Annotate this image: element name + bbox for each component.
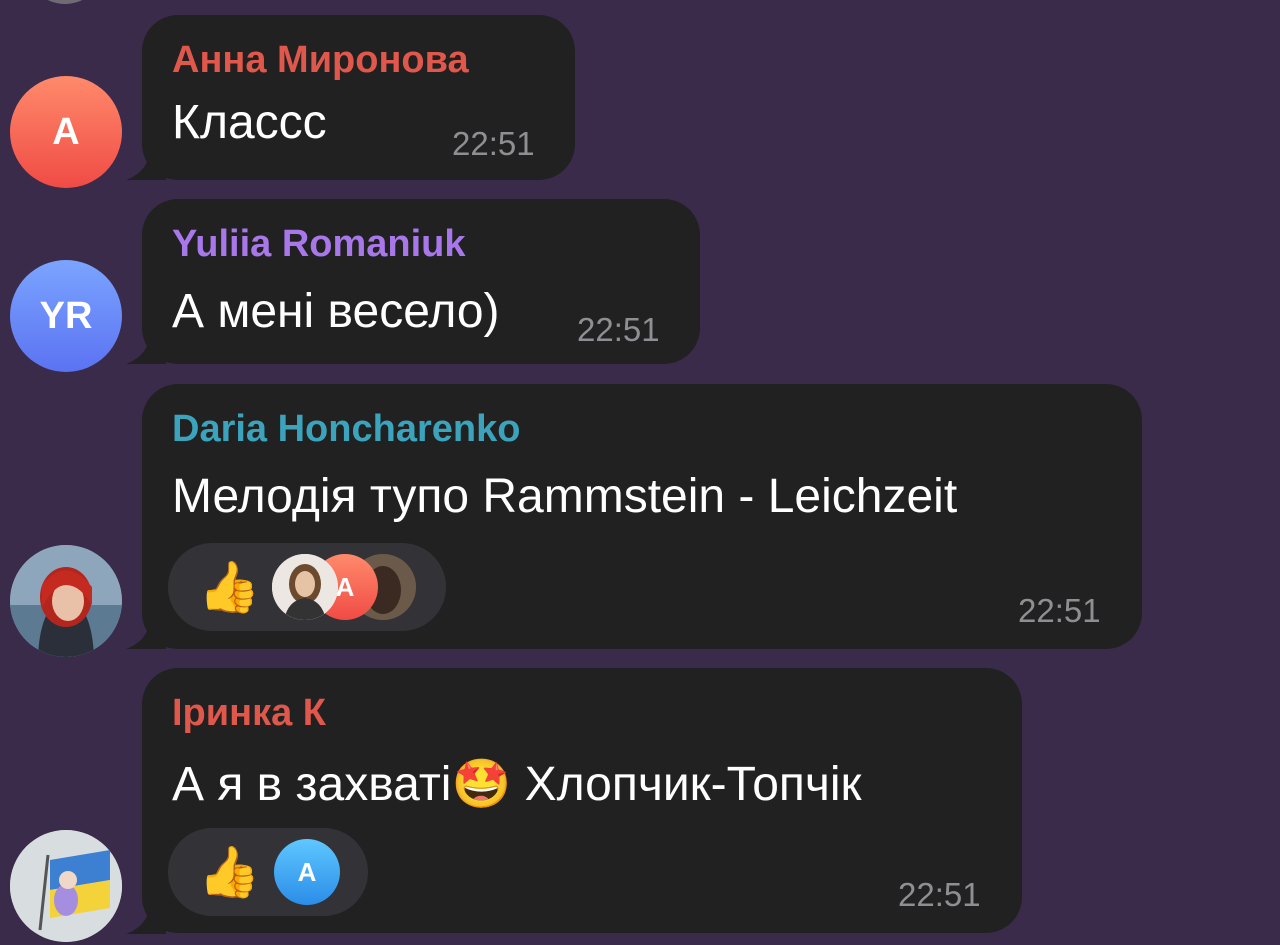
sender-name[interactable]: Yuliia Romaniuk — [172, 223, 466, 266]
reaction-pill[interactable]: 👍 А — [168, 543, 446, 631]
sender-name[interactable]: Іринка К — [172, 692, 326, 735]
reaction-pill[interactable]: 👍 А — [168, 828, 368, 916]
message-text: А я в захваті🤩 Хлопчик-Топчік — [172, 758, 862, 811]
sender-avatar[interactable]: YR — [10, 260, 122, 372]
message-time: 22:51 — [1018, 592, 1101, 629]
avatar-initials: YR — [39, 294, 93, 337]
message-bubble[interactable]: Іринка К А я в захваті🤩 Хлопчик-Топчік 👍… — [142, 668, 1022, 933]
sender-avatar[interactable] — [10, 545, 122, 657]
message-time: 22:51 — [898, 876, 981, 913]
message-time: 22:51 — [452, 125, 535, 162]
message-bubble[interactable]: Yuliia Romaniuk А мені весело) 22:51 — [142, 199, 700, 364]
avatar-photo — [10, 830, 122, 942]
sender-avatar[interactable]: А — [10, 76, 122, 188]
avatar-photo — [10, 545, 122, 657]
message-text: А мені весело) — [172, 285, 500, 338]
message-text: Классс — [172, 96, 327, 149]
message-text: Мелодія тупо Rammstein - Leichzeit — [172, 470, 958, 523]
thumbs-up-icon: 👍 — [198, 559, 261, 615]
reactor-avatar-initials: А — [274, 839, 340, 905]
avatar-initials: А — [52, 110, 80, 153]
thumbs-up-icon: 👍 — [198, 844, 261, 900]
message-time: 22:51 — [577, 311, 660, 348]
partial-avatar-top[interactable] — [30, 0, 100, 4]
message-bubble[interactable]: Анна Миронова Классс 22:51 — [142, 15, 575, 180]
reactor-avatar-photo — [272, 554, 338, 620]
sender-avatar[interactable] — [10, 830, 122, 942]
sender-name[interactable]: Анна Миронова — [172, 39, 469, 82]
sender-name[interactable]: Daria Honcharenko — [172, 408, 520, 451]
message-bubble[interactable]: Daria Honcharenko Мелодія тупо Rammstein… — [142, 384, 1142, 649]
